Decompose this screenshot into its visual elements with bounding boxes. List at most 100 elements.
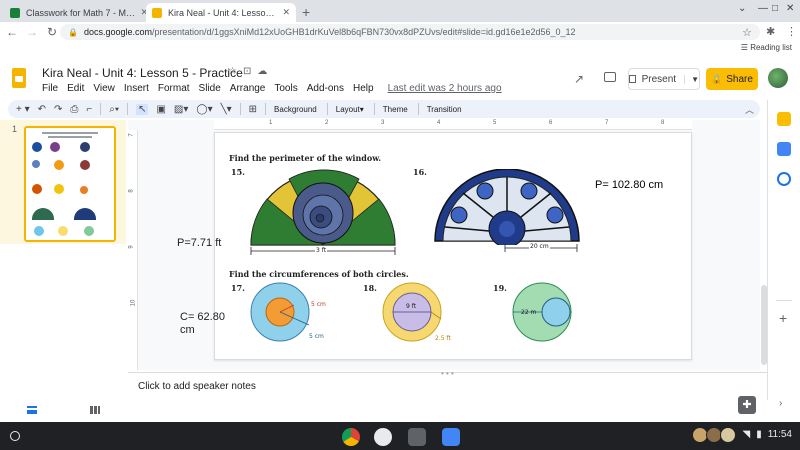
dimension-label: 3 ft	[315, 247, 328, 254]
toolbar: + ▾ ↶ ↷ ⎙ ⌐ ⌕▾ ↖ ▣ ▨▾ ◯▾ ╲▾ ⊞ Background…	[8, 100, 760, 118]
back-button[interactable]: ←	[4, 25, 20, 39]
files-app-icon[interactable]	[374, 428, 392, 446]
add-addon-icon[interactable]: +	[779, 310, 787, 326]
move-folder-icon[interactable]: ⊡	[243, 66, 257, 77]
speaker-notes[interactable]: • • • Click to add speaker notes	[128, 369, 767, 422]
redo-icon[interactable]: ↷	[54, 104, 62, 115]
horizontal-ruler: 1 2 3 4 5 6 7 8	[214, 120, 692, 130]
speaker-notes-placeholder[interactable]: Click to add speaker notes	[138, 381, 256, 392]
calendar-icon[interactable]	[777, 172, 791, 186]
answer-15[interactable]: P=7.71 ft	[177, 237, 221, 249]
keep-icon[interactable]	[777, 112, 791, 126]
launcher-icon[interactable]	[10, 431, 20, 441]
bookmark-star-icon[interactable]: ☆	[742, 26, 752, 39]
transition-button[interactable]: Transition	[427, 105, 462, 114]
reading-list-button[interactable]: ☰ Reading list	[741, 43, 792, 52]
tab-slides[interactable]: Kira Neal - Unit 4: Lesson 5 - Pra ✕	[146, 3, 296, 22]
last-edit-link[interactable]: Last edit was 2 hours ago	[388, 83, 502, 94]
slides-logo-icon[interactable]	[12, 68, 26, 88]
chrome-icon[interactable]	[342, 428, 360, 446]
select-cursor-icon[interactable]: ↖	[136, 103, 149, 115]
vertical-ruler: 7 8 9 10	[128, 130, 138, 370]
resize-handle-icon[interactable]: • • •	[441, 369, 454, 378]
dimension-label: 20 cm	[529, 243, 550, 250]
answer-17-line1[interactable]: C= 62.80	[180, 311, 225, 323]
tab-classwork[interactable]: Classwork for Math 7 - Ms. Malla ✕	[4, 3, 154, 22]
menu-edit[interactable]: Edit	[67, 83, 84, 94]
print-icon[interactable]: ⎙	[70, 104, 78, 115]
menu-file[interactable]: File	[42, 83, 58, 94]
chevron-up-icon[interactable]: ︿	[745, 103, 754, 116]
list-view-icon[interactable]	[26, 406, 37, 414]
reading-list-label: Reading list	[750, 43, 792, 52]
menu-arrange[interactable]: Arrange	[230, 83, 266, 94]
problem-number: 17.	[231, 283, 245, 293]
menu-format[interactable]: Format	[158, 83, 190, 94]
undo-icon[interactable]: ↶	[38, 104, 46, 115]
background-button[interactable]: Background	[274, 105, 317, 114]
present-icon	[629, 75, 636, 83]
line-icon[interactable]: ╲▾	[221, 104, 232, 115]
ruler-tick: 4	[437, 120, 441, 126]
reading-list-icon: ☰	[740, 43, 751, 52]
maximize-icon[interactable]: □	[772, 3, 778, 14]
slide-thumbnail-row[interactable]: 1	[0, 120, 126, 244]
menu-slide[interactable]: Slide	[199, 83, 221, 94]
share-button[interactable]: 🔒 Share	[706, 68, 758, 90]
side-panel: + ›	[767, 100, 800, 409]
text-box-icon[interactable]: ▣	[156, 104, 165, 115]
chevron-down-icon[interactable]: ▼	[684, 74, 699, 84]
slide-thumbnail[interactable]	[24, 126, 116, 242]
menu-addons[interactable]: Add-ons	[307, 83, 344, 94]
new-tab-button[interactable]: +	[302, 4, 310, 20]
image-icon[interactable]: ▨▾	[174, 104, 188, 115]
answer-16[interactable]: P= 102.80 cm	[595, 179, 663, 191]
answer-17-line2[interactable]: cm	[180, 324, 195, 336]
app-icon[interactable]	[408, 428, 426, 446]
ruler-tick: 5	[493, 120, 497, 126]
menu-icon[interactable]: ⋮	[786, 25, 797, 38]
close-icon[interactable]: ✕	[282, 7, 290, 18]
divider	[239, 103, 241, 115]
heading-circumference: Find the circumferences of both circles.	[229, 269, 409, 279]
zoom-icon[interactable]: ⌕▾	[109, 104, 119, 115]
layout-button[interactable]: Layout▾	[336, 105, 364, 114]
lock-icon: 🔒	[711, 73, 723, 84]
circle-figure-18	[382, 282, 442, 342]
menu-tools[interactable]: Tools	[274, 83, 297, 94]
tray-avatars[interactable]	[692, 427, 738, 445]
activity-dashboard-icon[interactable]: ↗	[574, 72, 584, 86]
omnibox[interactable]: 🔒 docs.google.com /presentation/d/1ggsXn…	[60, 24, 760, 40]
cloud-status-icon[interactable]: ☁	[257, 66, 273, 77]
bookmarks-bar: ☰ Reading list	[0, 42, 800, 56]
slide-canvas[interactable]: Find the perimeter of the window. 15. 16…	[214, 132, 692, 360]
comment-add-icon[interactable]: ⊞	[249, 104, 257, 115]
grid-view-icon[interactable]	[89, 406, 100, 414]
lock-icon[interactable]: 🔒	[68, 28, 78, 37]
reload-button[interactable]: ↻	[44, 25, 60, 39]
close-window-icon[interactable]: ✕	[786, 3, 794, 14]
problem-number: 15.	[231, 167, 245, 177]
theme-button[interactable]: Theme	[383, 105, 408, 114]
status-tray[interactable]: ◥ ▮ 11:54	[742, 429, 792, 440]
explore-icon[interactable]: ✚	[738, 396, 756, 414]
new-slide-icon[interactable]: + ▾	[16, 104, 30, 115]
star-icon[interactable]: ☆	[228, 66, 243, 77]
forward-button[interactable]: →	[24, 25, 40, 39]
chevron-right-icon[interactable]: ›	[779, 398, 782, 409]
extensions-icon[interactable]: ✱	[766, 25, 775, 38]
present-button[interactable]: Present ▼	[628, 68, 700, 90]
menu-view[interactable]: View	[93, 83, 115, 94]
paint-format-icon[interactable]: ⌐	[86, 104, 92, 115]
menu-help[interactable]: Help	[353, 83, 374, 94]
tab-title: Kira Neal - Unit 4: Lesson 5 - Pra	[168, 7, 279, 18]
comment-icon[interactable]	[604, 72, 616, 82]
tab-search-icon[interactable]: ⌄	[738, 3, 746, 14]
menu-insert[interactable]: Insert	[124, 83, 149, 94]
document-title[interactable]: Kira Neal - Unit 4: Lesson 5 - Practice	[42, 66, 243, 80]
camera-icon[interactable]	[442, 428, 460, 446]
shape-icon[interactable]: ◯▾	[196, 104, 212, 115]
tasks-icon[interactable]	[777, 142, 791, 156]
avatar[interactable]	[768, 68, 788, 88]
minimize-icon[interactable]: —	[758, 3, 768, 14]
